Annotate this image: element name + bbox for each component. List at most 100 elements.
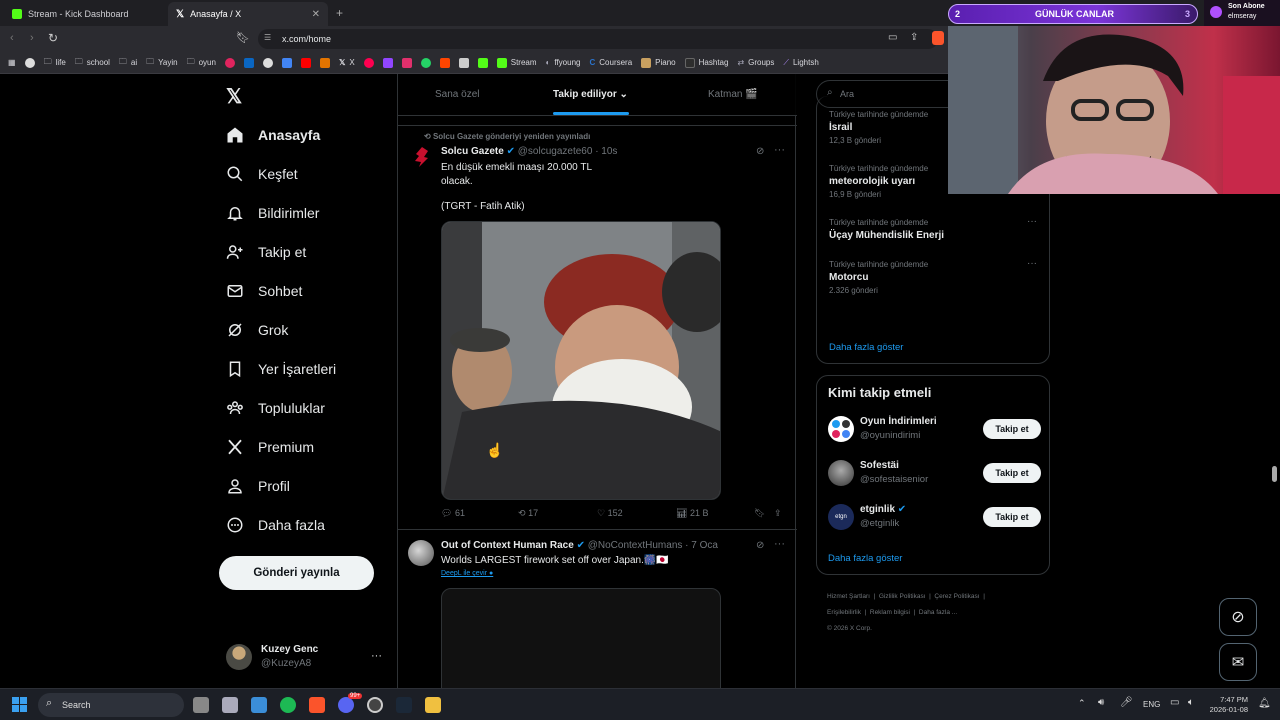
bookmark-folder-life[interactable]: 🗀 life: [44, 56, 66, 70]
bookmark-icon-pink[interactable]: [363, 57, 374, 68]
suggestion-row[interactable]: etgn etginlik ✔ @etginlik Takip et: [817, 502, 1051, 536]
apps-icon[interactable]: ▦: [8, 58, 16, 67]
avatar[interactable]: [408, 540, 434, 566]
nav-item-profile[interactable]: Profil: [226, 477, 290, 495]
footer-link[interactable]: Çerez Politikası: [934, 593, 979, 600]
suggestion-row[interactable]: Sofestäi @sofestaisenior Takip et: [817, 458, 1051, 492]
app-icon[interactable]: [222, 697, 238, 713]
back-icon[interactable]: ‹: [10, 32, 14, 44]
translate-link[interactable]: DeepL ile çevir ●: [441, 570, 493, 577]
tab-x-home[interactable]: 𝕏 Anasayfa / X ✕: [168, 2, 328, 26]
more-dots-icon[interactable]: ···: [774, 144, 785, 156]
microphone-icon[interactable]: 🎤︎: [1120, 697, 1133, 708]
bookmark-icon-blue[interactable]: [281, 57, 292, 68]
bookmark-lightsh[interactable]: ⟋ Lightsh: [783, 58, 818, 68]
tab-following[interactable]: Takip ediliyor ⌄: [553, 89, 628, 100]
photos-icon[interactable]: [251, 697, 267, 713]
tweet-image[interactable]: [441, 221, 721, 500]
youtube-icon[interactable]: [300, 57, 311, 68]
grok-floating-icon[interactable]: ⊘: [1219, 598, 1257, 636]
nav-item-premium[interactable]: Premium: [226, 438, 314, 456]
trend-item[interactable]: Türkiye tarihinde gündemde İsrail 12,3 B…: [829, 110, 928, 145]
reply-button[interactable]: 💬︎ 61: [441, 508, 465, 519]
messages-floating-icon[interactable]: ✉: [1219, 643, 1257, 681]
bookmark-folder-oyun[interactable]: 🗀 oyun: [187, 56, 216, 70]
volume-icon[interactable]: 🔈︎: [1188, 697, 1194, 708]
tweet-solcu-gazete[interactable]: ⟲ Solcu Gazete gönderiyi yeniden yayınla…: [398, 126, 797, 530]
input-language[interactable]: ENG: [1143, 700, 1160, 709]
reload-icon[interactable]: ↻: [48, 31, 58, 45]
gmail-icon[interactable]: [319, 57, 330, 68]
new-tab-button[interactable]: +: [336, 6, 343, 20]
nav-item-notifications[interactable]: Bildirimler: [226, 204, 319, 222]
footer-link[interactable]: Erişilebilirlik: [827, 609, 861, 616]
grok-icon[interactable]: ⊘: [756, 540, 764, 551]
file-explorer-icon[interactable]: [425, 697, 441, 713]
bookmark-folder-school[interactable]: 🗀 school: [75, 56, 110, 70]
taskbar-search[interactable]: ⌕ Search: [38, 693, 184, 717]
instagram-icon[interactable]: [401, 57, 412, 68]
follow-button[interactable]: Takip et: [983, 419, 1041, 439]
views-button[interactable]: 📊︎ 21 B: [676, 508, 708, 519]
more-dots-icon[interactable]: ···: [371, 650, 382, 662]
url-field[interactable]: ☰ x.com/home ▭ ⇪: [258, 29, 944, 49]
bookmark-page-icon[interactable]: 🔖︎: [236, 31, 250, 44]
bookmark-piano[interactable]: Piano: [641, 57, 676, 68]
nav-item-messages[interactable]: Sohbet: [226, 282, 302, 300]
author-name[interactable]: Solcu Gazete: [441, 146, 504, 157]
nav-item-home[interactable]: Anasayfa: [226, 126, 320, 144]
brave-shield-icon[interactable]: [932, 31, 944, 45]
more-dots-icon[interactable]: ···: [774, 538, 785, 550]
follow-button[interactable]: Takip et: [983, 463, 1041, 483]
steam-icon[interactable]: [396, 697, 412, 713]
page-scrollbar-thumb[interactable]: [1272, 466, 1277, 482]
task-view-icon[interactable]: [193, 697, 209, 713]
bookmark-ffyoung[interactable]: ◐ ffyoung: [546, 58, 581, 67]
spotify-icon[interactable]: [280, 697, 296, 713]
obs-icon[interactable]: [367, 697, 383, 713]
tweet-time[interactable]: · 7 Oca: [685, 540, 718, 551]
footer-link[interactable]: Gizlilik Politikası: [879, 593, 926, 600]
nav-item-grok[interactable]: Grok: [226, 321, 288, 339]
tab-for-you[interactable]: Sana özel: [435, 89, 479, 100]
share-icon[interactable]: ⇪: [774, 508, 782, 519]
nav-item-more[interactable]: Daha fazla: [226, 516, 325, 534]
bookmark-groups[interactable]: ⇄ Groups: [737, 58, 774, 67]
nav-item-explore[interactable]: Keşfet: [226, 165, 298, 183]
twitch-icon[interactable]: [382, 57, 393, 68]
bookmark-hashtag[interactable]: Hashtag: [684, 57, 728, 68]
linkedin-icon[interactable]: [243, 57, 254, 68]
speaker-icon[interactable]: 🔊︎: [1098, 697, 1104, 708]
google-icon[interactable]: [262, 57, 273, 68]
account-switcher[interactable]: Kuzey Genc @KuzeyA8 ···: [226, 642, 386, 672]
avatar[interactable]: [412, 146, 432, 168]
bookmark-coursera[interactable]: C Coursera: [589, 58, 632, 67]
tweet-no-context-humans[interactable]: Out of Context Human Race ✔ @NoContextHu…: [398, 530, 797, 688]
grok-icon[interactable]: ⊘: [756, 146, 764, 157]
cast-icon[interactable]: ▭: [888, 32, 897, 43]
trend-item[interactable]: Türkiye tarihinde gündemde Üçay Mühendis…: [829, 218, 944, 241]
more-dots-icon[interactable]: ···: [1027, 258, 1037, 269]
nav-item-bookmarks[interactable]: Yer İşaretleri: [226, 360, 336, 378]
suggestion-row[interactable]: Oyun İndirimleri @oyunindirimi Takip et: [817, 414, 1051, 448]
google-icon[interactable]: [24, 57, 35, 68]
show-more-suggestions-link[interactable]: Daha fazla göster: [828, 553, 902, 564]
tweet-time[interactable]: · 10s: [595, 146, 617, 157]
clock[interactable]: 7:47 PM 2026-01-08: [1208, 695, 1248, 715]
trend-item[interactable]: Türkiye tarihinde gündemde Motorcu 2.326…: [829, 260, 928, 295]
notifications-icon[interactable]: 🔔︎: [1258, 698, 1271, 709]
footer-link[interactable]: Hizmet Şartları: [827, 593, 870, 600]
network-icon[interactable]: ▭: [1170, 697, 1179, 708]
share-icon[interactable]: ⇪: [910, 32, 918, 43]
more-dots-icon[interactable]: ···: [1027, 216, 1037, 227]
tab-kick-dashboard[interactable]: Stream - Kick Dashboard: [4, 2, 166, 26]
forward-icon[interactable]: ›: [30, 32, 34, 44]
x-logo-icon[interactable]: 𝕏: [226, 84, 242, 109]
footer-link[interactable]: Daha fazla ...: [919, 609, 957, 616]
tab-katman[interactable]: Katman 🎬: [708, 89, 758, 100]
like-button[interactable]: ♡ 152: [597, 508, 623, 519]
tweet-video[interactable]: [441, 588, 721, 688]
nav-item-follow[interactable]: Takip et: [226, 243, 306, 261]
close-tab-icon[interactable]: ✕: [312, 9, 320, 20]
brave-icon[interactable]: [309, 697, 325, 713]
